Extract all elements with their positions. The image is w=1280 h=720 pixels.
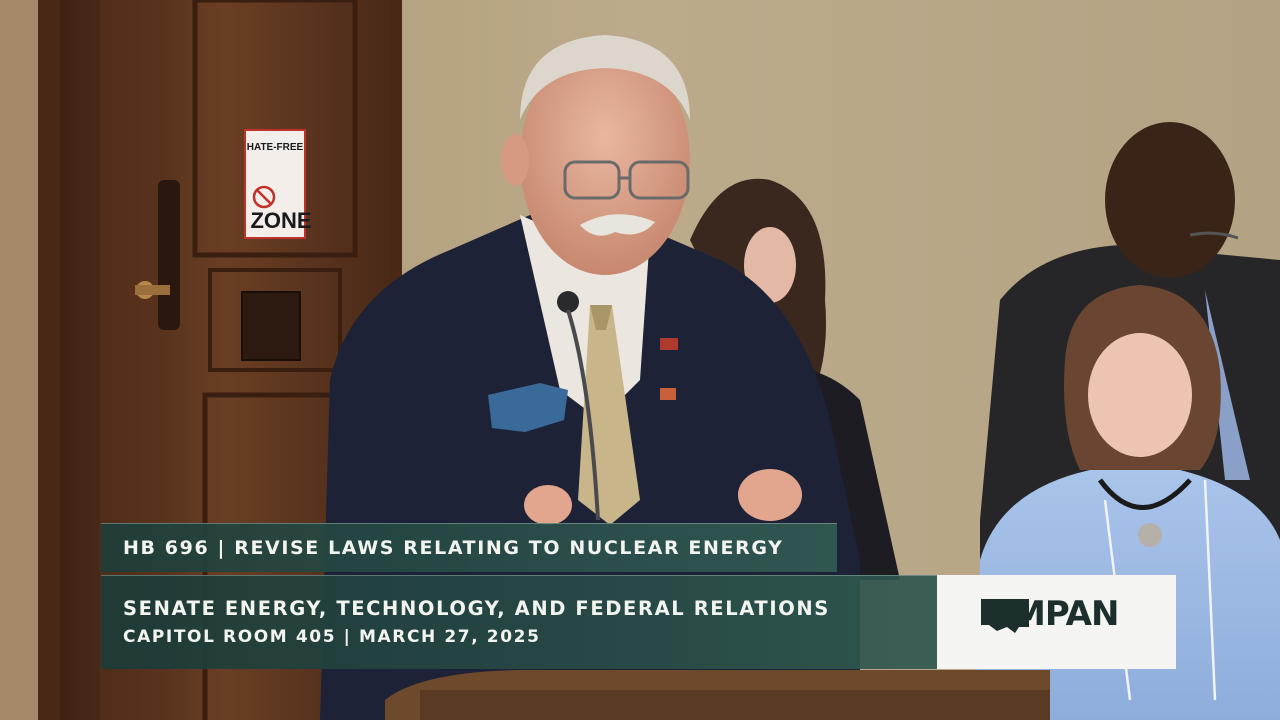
door-sign: HATE-FREE ZONE — [244, 129, 312, 239]
committee-info-bar: SENATE ENERGY, TECHNOLOGY, AND FEDERAL R… — [101, 575, 937, 669]
bill-title: HB 696 | REVISE LAWS RELATING TO NUCLEAR… — [123, 537, 784, 559]
podium — [385, 670, 1050, 720]
bill-title-bar: HB 696 | REVISE LAWS RELATING TO NUCLEAR… — [101, 523, 837, 572]
door-sign-bottom-text: ZONE — [250, 208, 311, 233]
committee-name: SENATE ENERGY, TECHNOLOGY, AND FEDERAL R… — [123, 597, 830, 620]
location-date: CAPITOL ROOM 405 | MARCH 27, 2025 — [123, 627, 541, 647]
mpan-logo-text: MPAN — [1012, 594, 1119, 634]
door-sign-top-text: HATE-FREE — [247, 142, 304, 153]
